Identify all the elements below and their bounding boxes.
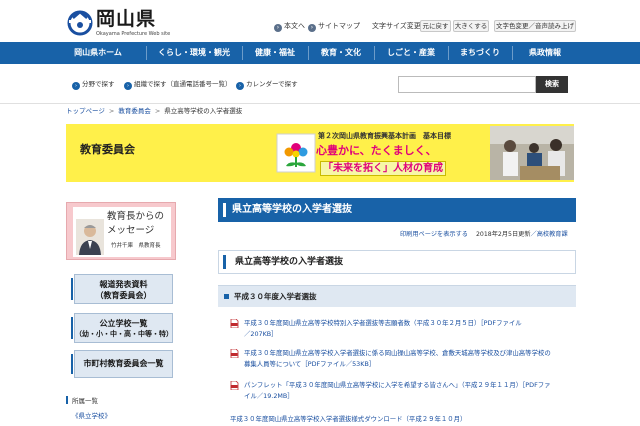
superintendent-name: 竹井千庫 県教育長 <box>111 243 161 249</box>
arrow-circle-icon: › <box>72 82 80 90</box>
nav-divider <box>448 46 449 60</box>
banner-slogan-1: 心豊かに、たくましく、 <box>316 144 437 157</box>
font-size-label: 文字サイズ変更 <box>372 22 421 30</box>
breadcrumb-separator: > <box>154 107 161 115</box>
arrow-circle-icon: › <box>124 82 132 90</box>
pdf-link-text: パンフレット「平成３０年度岡山県立高等学校に入学を希望する皆さんへ」（平成２９年… <box>244 381 551 389</box>
public-schools-button[interactable]: 公立学校一覧 （幼・小・中・高・中等・特） <box>71 313 173 343</box>
public-schools-line-1: 公立学校一覧 <box>99 319 148 328</box>
search-by-organization-link[interactable]: › 組織で探す（直通電話番号一覧） <box>124 80 232 90</box>
site-logo[interactable]: 岡山県 Okayama Prefecture Web site <box>66 8 176 38</box>
pdf-link-item[interactable]: パンフレット「平成３０年度岡山県立高等学校に入学を希望する皆さんへ」（平成２９年… <box>230 380 570 402</box>
sitemap-link[interactable]: › サイトマップ <box>308 21 360 32</box>
nav-divider <box>512 46 513 60</box>
superintendent-portrait <box>76 219 104 255</box>
heading-marker <box>66 396 68 404</box>
municipal-boards-button[interactable]: 市町村教育委員会一覧 <box>71 350 173 378</box>
nav-divider <box>374 46 375 60</box>
pdf-link-item[interactable]: 平成３０年度岡山県立高等学校特別入学者選抜等志願者数（平成３０年２月５日）［PD… <box>230 318 570 340</box>
nav-divider <box>146 46 147 60</box>
nav-item-work[interactable]: しごと・産業 <box>378 42 444 64</box>
public-schools-line-2: （幼・小・中・高・中等・特） <box>75 330 173 338</box>
site-header: 岡山県 Okayama Prefecture Web site › 本文へ › サイ… <box>0 0 640 42</box>
page: 岡山県 Okayama Prefecture Web site › 本文へ › サイ… <box>0 0 640 426</box>
pdf-link-item[interactable]: 平成３０年度岡山県立高等学校入学者選抜に係る岡山操山高等学校、倉敷天城高等学校及… <box>230 348 570 370</box>
superintendent-message-card[interactable]: 教育長からの メッセージ 竹井千庫 県教育長 <box>66 202 176 260</box>
search-input[interactable] <box>398 76 536 93</box>
logo-name: 岡山県 <box>96 8 157 30</box>
pdf-file-icon <box>230 381 239 390</box>
nav-item-education[interactable]: 教育・文化 <box>312 42 370 64</box>
pdf-link-text: 平成３０年度岡山県立高等学校入学者選抜に係る岡山操山高等学校、倉敷天城高等学校及… <box>244 349 551 357</box>
breadcrumb: トップページ > 教育委員会 > 県立高等学校の入学者選抜 <box>66 107 242 116</box>
message-card-inner: 教育長からの メッセージ 竹井千庫 県教育長 <box>73 207 171 257</box>
nav-divider <box>308 46 309 60</box>
education-board-banner: 教育委員会 第２次岡山県教育振興基本計画 基本目標 心豊かに、たくましく、 「未… <box>66 124 574 182</box>
pdf-file-icon <box>230 349 239 358</box>
breadcrumb-separator: > <box>108 107 115 115</box>
updated-date: 2018年2月5日更新 <box>475 231 531 238</box>
classroom-photo <box>490 126 574 180</box>
subsection-heading: 平成３０年度入学者選抜 <box>218 285 576 307</box>
search-by-field-link[interactable]: › 分野で探す <box>72 80 115 90</box>
section-link[interactable]: ／高校教育課 <box>531 231 568 238</box>
message-title-line-2: メッセージ <box>107 225 155 236</box>
search-by-calendar-link[interactable]: › カレンダーで探す <box>236 80 298 90</box>
pdf-link-text: ／207KB］ <box>244 330 278 338</box>
pdf-link-text: 募集人員等について［PDFファイル／53KB］ <box>244 360 376 368</box>
nav-item-town[interactable]: まちづくり <box>452 42 508 64</box>
breadcrumb-top[interactable]: トップページ <box>66 107 105 115</box>
search-button[interactable]: 検索 <box>536 76 568 93</box>
affiliation-heading: 所属一覧 <box>66 396 98 406</box>
nav-item-living[interactable]: くらし・環境・観光 <box>150 42 238 64</box>
font-larger-button[interactable]: 大きくする <box>453 20 489 32</box>
banner-plan-line: 第２次岡山県教育振興基本計画 基本目標 <box>318 132 451 140</box>
nav-item-home[interactable]: 岡山県ホーム <box>66 42 130 64</box>
arrow-circle-icon: › <box>274 24 282 32</box>
prefectural-schools-link[interactable]: 《県立学校》 <box>72 412 111 421</box>
nav-item-government[interactable]: 県政情報 <box>516 42 574 64</box>
breadcrumb-current: 県立高等学校の入学者選抜 <box>164 107 243 115</box>
banner-title: 教育委員会 <box>80 143 135 156</box>
print-page-link[interactable]: 印刷用ページを表示する <box>400 231 468 238</box>
message-title-line-1: 教育長からの <box>107 211 165 222</box>
page-meta: 印刷用ページを表示する 2018年2月5日更新／高校教育課 <box>400 230 568 239</box>
font-reset-button[interactable]: 元に戻す <box>420 20 451 32</box>
nav-divider <box>242 46 243 60</box>
nav-item-health[interactable]: 健康・福祉 <box>246 42 304 64</box>
logo-subtext: Okayama Prefecture Web site <box>96 31 171 37</box>
page-title: 県立高等学校の入学者選抜 <box>218 198 576 222</box>
color-voice-button[interactable]: 文字色変更／音声読み上げ <box>494 20 576 32</box>
press-release-button[interactable]: 報道発表資料 （教育委員会） <box>71 274 173 304</box>
press-release-line-1: 報道発表資料 <box>99 280 148 289</box>
pdf-link-text: イル／19.2MB］ <box>244 392 294 400</box>
pdf-link-text: 平成３０年度岡山県立高等学校特別入学者選抜等志願者数（平成３０年２月５日）［PD… <box>244 319 522 327</box>
press-release-line-2: （教育委員会） <box>95 291 152 300</box>
flower-emblem-icon <box>276 133 316 173</box>
pdf-file-icon <box>230 319 239 328</box>
banner-slogan-2: 「未来を拓く」人材の育成 <box>320 161 446 176</box>
prefecture-emblem-icon <box>67 10 93 36</box>
breadcrumb-education-board[interactable]: 教育委員会 <box>118 107 151 115</box>
arrow-circle-icon: › <box>236 82 244 90</box>
form-download-link[interactable]: 平成３０年度岡山県立高等学校入学者選抜様式ダウンロード（平成２９年１０月） <box>230 414 466 425</box>
global-nav: 岡山県ホーム くらし・環境・観光 健康・福祉 教育・文化 しごと・産業 まちづく… <box>0 42 640 64</box>
arrow-circle-icon: › <box>308 24 316 32</box>
skip-to-content-link[interactable]: › 本文へ <box>274 21 305 32</box>
section-heading: 県立高等学校の入学者選抜 <box>218 250 576 274</box>
